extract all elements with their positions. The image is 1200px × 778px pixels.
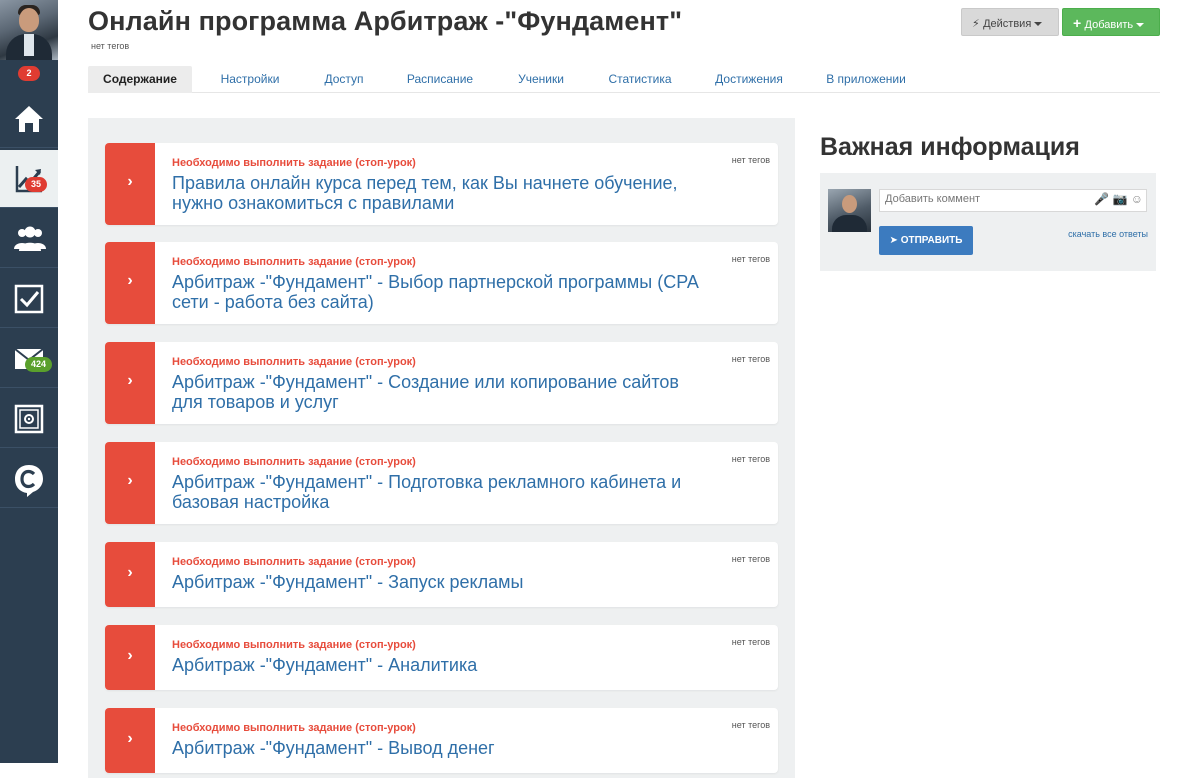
chevron-right-icon: ›: [127, 647, 133, 664]
lesson-expand-bar[interactable]: ›: [105, 542, 155, 607]
lesson-card[interactable]: › Необходимо выполнить задание (стоп-уро…: [105, 442, 778, 524]
lesson-card[interactable]: › Необходимо выполнить задание (стоп-уро…: [105, 625, 778, 690]
lesson-expand-bar[interactable]: ›: [105, 442, 155, 524]
courses-badge: 35: [25, 177, 48, 192]
avatar-face: [842, 195, 857, 213]
lesson-status: Необходимо выполнить задание (стоп-урок): [172, 356, 416, 368]
sidebar-item-messages[interactable]: 424: [0, 330, 58, 388]
lesson-status: Необходимо выполнить задание (стоп-урок): [172, 722, 416, 734]
tab-in-app[interactable]: В приложении: [818, 66, 914, 93]
sidebar-item-chat[interactable]: [0, 450, 58, 508]
tab-schedule[interactable]: Расписание: [400, 66, 480, 93]
lesson-title-link[interactable]: Арбитраж -"Фундамент" - Подготовка рекла…: [172, 472, 712, 512]
tab-settings[interactable]: Настройки: [212, 66, 288, 93]
lesson-tags: нет тегов: [731, 554, 770, 564]
lesson-title-link[interactable]: Арбитраж -"Фундамент" - Выбор партнерско…: [172, 272, 712, 312]
chevron-right-icon: ›: [127, 372, 133, 389]
lesson-tags: нет тегов: [731, 254, 770, 264]
messages-badge: 424: [25, 357, 53, 372]
lesson-tags: нет тегов: [731, 354, 770, 364]
important-info-heading: Важная информация: [820, 133, 1080, 161]
lesson-status: Необходимо выполнить задание (стоп-урок): [172, 456, 416, 468]
commenter-avatar: [828, 189, 871, 232]
chevron-right-icon: ›: [127, 173, 133, 190]
home-icon: [15, 106, 43, 132]
comment-box: Добавить коммент 🎤 📷 ☺ ➤ ОТПРАВИТЬ скача…: [820, 173, 1156, 271]
sidebar: 2 35 424: [0, 0, 58, 763]
lesson-title-link[interactable]: Арбитраж -"Фундамент" - Создание или коп…: [172, 372, 712, 412]
lesson-title-link[interactable]: Арбитраж -"Фундамент" - Аналитика: [172, 655, 712, 675]
lessons-panel: › Необходимо выполнить задание (стоп-уро…: [88, 118, 795, 778]
chevron-right-icon: ›: [127, 730, 133, 747]
chat-logo-icon: [15, 465, 43, 497]
lesson-card[interactable]: › Необходимо выполнить задание (стоп-уро…: [105, 708, 778, 773]
avatar-body: [832, 215, 867, 232]
chevron-down-icon: [1136, 22, 1145, 27]
checkbox-icon: [14, 284, 44, 314]
plus-icon: +: [1073, 15, 1082, 31]
lesson-card[interactable]: › Необходимо выполнить задание (стоп-уро…: [105, 143, 778, 225]
lesson-tags: нет тегов: [731, 454, 770, 464]
lesson-status: Необходимо выполнить задание (стоп-урок): [172, 157, 416, 169]
send-button[interactable]: ➤ ОТПРАВИТЬ: [879, 226, 973, 255]
avatar-face: [19, 8, 39, 32]
safe-icon: [14, 404, 44, 434]
sidebar-item-settings[interactable]: [0, 390, 58, 448]
lesson-expand-bar[interactable]: ›: [105, 143, 155, 225]
lesson-card[interactable]: › Необходимо выполнить задание (стоп-уро…: [105, 242, 778, 324]
chevron-right-icon: ›: [127, 564, 133, 581]
profile-avatar[interactable]: [0, 0, 58, 60]
sidebar-item-home[interactable]: [0, 90, 58, 148]
lightning-icon: ⚡: [972, 18, 980, 30]
actions-dropdown-button[interactable]: ⚡ Действия: [961, 8, 1059, 36]
lesson-expand-bar[interactable]: ›: [105, 242, 155, 324]
lesson-tags: нет тегов: [731, 720, 770, 730]
lesson-tags: нет тегов: [731, 637, 770, 647]
lesson-card[interactable]: › Необходимо выполнить задание (стоп-уро…: [105, 342, 778, 424]
comment-placeholder: Добавить коммент: [885, 193, 981, 205]
chevron-down-icon: [1034, 21, 1043, 26]
lesson-title-link[interactable]: Арбитраж -"Фундамент" - Вывод денег: [172, 738, 712, 758]
download-all-answers-link[interactable]: скачать все ответы: [1068, 229, 1148, 239]
add-dropdown-button[interactable]: + Добавить: [1062, 8, 1160, 36]
sidebar-item-tasks[interactable]: [0, 270, 58, 328]
send-icon: ➤: [889, 235, 898, 246]
lesson-tags: нет тегов: [731, 155, 770, 165]
comment-input[interactable]: Добавить коммент 🎤 📷 ☺: [879, 189, 1147, 212]
tab-bar: Содержание Настройки Доступ Расписание У…: [88, 66, 1160, 93]
tab-content[interactable]: Содержание: [88, 66, 192, 93]
smiley-icon[interactable]: ☺: [1131, 192, 1143, 206]
send-label: ОТПРАВИТЬ: [900, 235, 963, 246]
actions-label: Действия: [983, 18, 1032, 30]
lesson-card[interactable]: › Необходимо выполнить задание (стоп-уро…: [105, 542, 778, 607]
page-tags: нет тегов: [91, 41, 130, 51]
chevron-right-icon: ›: [127, 272, 133, 289]
users-icon: [14, 226, 46, 251]
lesson-status: Необходимо выполнить задание (стоп-урок): [172, 639, 416, 651]
lesson-status: Необходимо выполнить задание (стоп-урок): [172, 256, 416, 268]
lesson-expand-bar[interactable]: ›: [105, 342, 155, 424]
lesson-expand-bar[interactable]: ›: [105, 708, 155, 773]
profile-notifications[interactable]: 2: [0, 60, 58, 88]
avatar-shirt: [24, 34, 34, 56]
lesson-expand-bar[interactable]: ›: [105, 625, 155, 690]
tab-statistics[interactable]: Статистика: [600, 66, 680, 93]
camera-icon[interactable]: 📷: [1112, 192, 1127, 206]
lesson-title-link[interactable]: Арбитраж -"Фундамент" - Запуск рекламы: [172, 572, 712, 592]
lesson-title-link[interactable]: Правила онлайн курса перед тем, как Вы н…: [172, 173, 712, 213]
comment-tools: 🎤 📷 ☺: [1094, 192, 1143, 206]
add-label: Добавить: [1084, 19, 1134, 31]
microphone-icon[interactable]: 🎤: [1094, 192, 1109, 206]
sidebar-item-users[interactable]: [0, 210, 58, 268]
tab-students[interactable]: Ученики: [508, 66, 574, 93]
lesson-status: Необходимо выполнить задание (стоп-урок): [172, 556, 416, 568]
sidebar-item-courses[interactable]: 35: [0, 150, 58, 208]
profile-badge: 2: [18, 66, 40, 81]
page-title: Онлайн программа Арбитраж -"Фундамент": [88, 6, 683, 36]
tab-achievements[interactable]: Достижения: [708, 66, 790, 93]
chevron-right-icon: ›: [127, 472, 133, 489]
tab-access[interactable]: Доступ: [314, 66, 374, 93]
